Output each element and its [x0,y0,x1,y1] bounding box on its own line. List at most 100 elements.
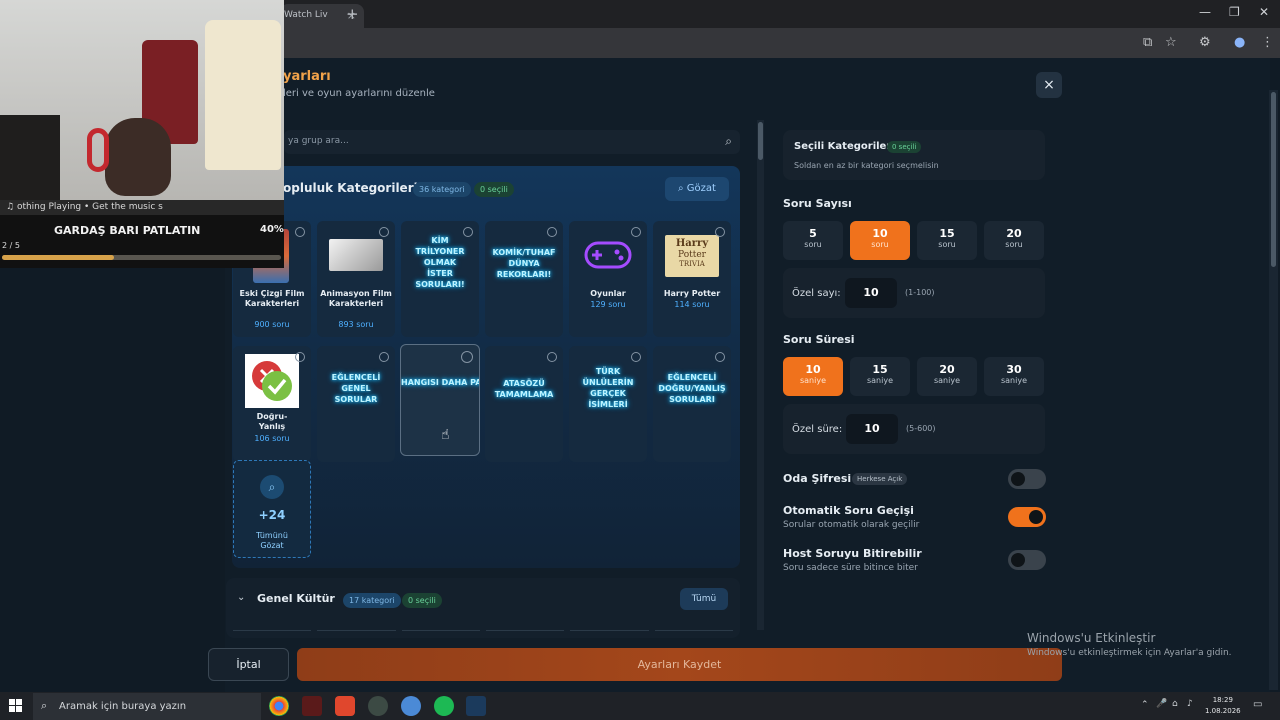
card-count: 893 soru [338,320,374,329]
category-card-animation[interactable]: Animasyon Film Karakterleri 893 soru [317,221,395,337]
steam-app-icon[interactable] [466,696,486,716]
option-value: 10 [872,227,888,240]
restore-icon[interactable]: ❐ [1229,5,1240,19]
question-time-15[interactable]: 15 saniye [850,357,910,396]
question-count-5[interactable]: 5 soru [783,221,843,260]
cancel-button[interactable]: İptal [208,648,289,681]
question-count-10[interactable]: 10 soru [850,221,910,260]
select-radio[interactable] [631,352,641,362]
taskbar-search-input[interactable]: ⌕ Aramak için buraya yazın [33,693,261,720]
category-card-harry-potter[interactable]: Harry Potter TRIVIA Harry Potter 114 sor… [653,221,731,337]
select-radio[interactable] [547,352,557,362]
option-unit: soru [871,240,889,249]
category-card-which-expensive[interactable]: HANGISI DAHA PAHALI/BÜYÜK/VE ☝ [400,344,480,456]
selected-categories-title: Seçili Kategoriler [794,141,892,152]
select-radio[interactable] [379,227,389,237]
network-icon[interactable]: ⌂ [1172,699,1178,709]
webcam-streamer [105,118,171,196]
menu-dots-icon[interactable]: ⋮ [1261,35,1274,50]
select-radio[interactable] [631,227,641,237]
select-radio[interactable] [295,227,305,237]
app-icon-2[interactable] [302,696,322,716]
categories-scrollbar[interactable] [757,120,764,630]
app-icon-5[interactable] [401,696,421,716]
hand-cursor-icon: ☝ [441,427,450,443]
obs-app-icon[interactable] [368,696,388,716]
custom-count-input[interactable]: 10 [845,278,897,308]
auto-next-toggle[interactable] [1008,507,1046,527]
custom-time-label: Özel süre: [792,424,843,435]
extensions-icon[interactable]: ⚙ [1199,35,1211,50]
microphone-icon[interactable]: 🎤 [1156,699,1167,709]
tab-title: Watch Liv [284,10,328,20]
card-name: Doğru-Yanlış [256,412,288,431]
windows-start-icon[interactable] [9,699,22,712]
page-scroll-thumb[interactable] [1271,92,1276,267]
question-time-30[interactable]: 30 saniye [984,357,1044,396]
categories-scroll-thumb[interactable] [758,122,763,160]
room-password-toggle[interactable] [1008,469,1046,489]
question-count-15[interactable]: 15 soru [917,221,977,260]
spotify-app-icon[interactable] [434,696,454,716]
minimize-icon[interactable]: — [1199,5,1211,19]
notifications-icon[interactable]: ▭ [1253,699,1262,710]
select-radio[interactable] [379,352,389,362]
general-knowledge-panel [226,578,740,638]
option-unit: soru [804,240,822,249]
general-knowledge-title[interactable]: Genel Kültür [257,592,335,605]
dialog-title: yarları [283,69,331,84]
windows-activate-title: Windows'u Etkinleştir [1027,631,1156,645]
category-card-games[interactable]: Oyunlar 129 soru [569,221,647,337]
selected-categories-hint: Soldan en az bir kategori seçmelisin [794,161,939,170]
category-search-input[interactable]: ya grup ara... ⌕ [284,130,740,154]
select-radio[interactable] [547,227,557,237]
category-card-millionaire[interactable]: KİM TRİLYONER OLMAK İSTER SORULARI! [401,221,479,337]
category-card-records[interactable]: KOMİK/TUHAF DÜNYA REKORLARI! [485,221,563,337]
chrome-app-icon[interactable] [269,696,289,716]
select-radio[interactable] [295,352,305,362]
new-tab-icon[interactable]: + [346,5,359,23]
browse-all-card[interactable]: ⌕ +24 Tümünü Gözat [233,460,311,558]
now-playing-text: othing Playing • Get the music s [16,202,163,212]
stream-goal-percent: 40% [260,224,284,235]
option-value: 30 [1006,363,1022,376]
taskbar-clock[interactable]: 18:29 1.08.2026 [1205,695,1241,717]
dialog-close-button[interactable]: × [1036,72,1062,98]
profile-icon[interactable]: ● [1234,35,1245,50]
window-close-icon[interactable]: ✕ [1259,5,1269,19]
taskbar-search-placeholder: Aramak için buraya yazın [59,701,187,712]
question-time-20[interactable]: 20 saniye [917,357,977,396]
select-radio[interactable] [715,352,725,362]
category-card-fun-general[interactable]: EĞLENCELİ GENEL SORULAR [317,346,395,462]
save-settings-button[interactable]: Ayarları Kaydet [297,648,1062,681]
card-name: EĞLENCELİ GENEL SORULAR [331,373,381,404]
bookmark-star-icon[interactable]: ☆ [1165,35,1177,50]
brave-app-icon[interactable] [335,696,355,716]
custom-time-range: (5-600) [906,424,936,433]
custom-time-input[interactable]: 10 [846,414,898,444]
option-value: 20 [1006,227,1022,240]
auto-next-hint: Sorular otomatik olarak geçilir [783,520,920,530]
select-radio[interactable] [461,351,473,363]
chevron-down-icon[interactable]: ⌄ [237,592,245,603]
browse-button[interactable]: ⌕ Gözat [665,177,729,201]
general-selected-count: 0 seçili [402,593,442,608]
select-radio[interactable] [715,227,725,237]
select-all-button[interactable]: Tümü [680,588,728,610]
stream-goal-bar-fill [2,255,114,260]
browse-label: Gözat [686,183,716,194]
question-count-20[interactable]: 20 soru [984,221,1044,260]
volume-icon[interactable]: ♪ [1187,699,1193,709]
tray-chevron-icon[interactable]: ⌃ [1141,700,1149,710]
animation-thumbnail [329,239,383,271]
host-finish-toggle[interactable] [1008,550,1046,570]
webcam-headset [87,128,109,172]
category-card-fun-true-false[interactable]: EĞLENCELİ DOĞRU/YANLIŞ SORULARI [653,346,731,462]
question-time-10[interactable]: 10 saniye [783,357,843,396]
category-card-celebrity-names[interactable]: TÜRK ÜNLÜLERİN GERÇEK İSİMLERİ [569,346,647,462]
option-value: 5 [809,227,817,240]
cast-icon[interactable]: ⧉ [1143,35,1152,50]
option-unit: saniye [1000,376,1028,385]
category-card-true-false[interactable]: Doğru-Yanlış 106 soru [233,346,311,462]
category-card-proverb[interactable]: ATASÖZÜ TAMAMLAMA [485,346,563,462]
